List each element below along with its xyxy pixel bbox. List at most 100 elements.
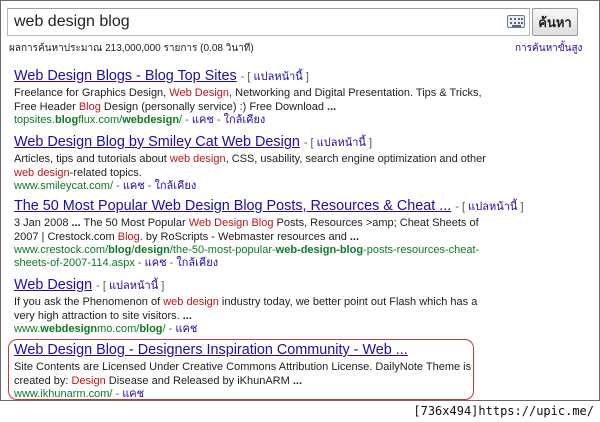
result-url-line: www.crestock.com/blog/design/the-50-most… (14, 244, 480, 270)
text-segment: web design (14, 166, 70, 179)
result-title-link[interactable]: Web Design Blog - Designers Inspiration … (14, 342, 408, 358)
cache-link[interactable]: แคช (192, 114, 214, 126)
similar-link[interactable]: ใกล้เคียง (224, 114, 266, 126)
result-url: www.smileycat.com/ (14, 180, 113, 192)
text-segment: Web Design (14, 277, 93, 293)
text-segment: ... (182, 309, 192, 322)
search-result: Web Design Blogs - Blog Top Sites - [ แปล… (14, 67, 494, 127)
text-segment: webdesign (40, 323, 98, 336)
text-segment: Disease and Released by iKhunARM (105, 374, 293, 387)
text-segment: . by RoScripts - Webmaster resources and (139, 230, 350, 243)
translate-link[interactable]: แปลหน้านี้ (109, 280, 158, 292)
keyboard-icon[interactable] (507, 15, 525, 28)
text-segment: , CSS, usability, search engine optimiza… (225, 153, 486, 165)
text-segment: topsites. (14, 114, 55, 127)
image-credit: [736x494]https://upic.me/ (413, 404, 594, 418)
search-input[interactable] (14, 12, 494, 32)
text-segment: - Designers Inspiration Community - Web (124, 342, 396, 358)
text-segment: The 50 Most Popular (14, 198, 152, 214)
text-segment: -related topics. (69, 166, 142, 179)
result-snippet: If you ask the Phenomenon of web design … (14, 296, 494, 323)
translate-link[interactable]: แปลหน้านี้ (254, 71, 303, 83)
browser-frame: ค้นหา ผลการค้นหาประมาณ 213,000,000 รายกา… (0, 0, 600, 401)
text-segment: blog (108, 244, 132, 257)
result-snippet: 3 Jan 2008 ... The 50 Most Popular Web D… (14, 217, 494, 244)
text-segment: web design (169, 153, 226, 165)
text-segment: ... (71, 217, 81, 229)
text-segment: If you ask the Phenomenon of (14, 296, 164, 308)
similar-link[interactable]: ใกล้เคียง (155, 180, 197, 192)
text-segment: www. (14, 323, 41, 336)
cache-link[interactable]: แคช (123, 180, 145, 192)
search-bar (7, 8, 530, 36)
text-segment: Web Design Blog (14, 134, 125, 150)
search-button[interactable]: ค้นหา (532, 8, 578, 36)
text-segment: web-design-blog (275, 244, 364, 257)
text-segment: 3 Jan 2008 (14, 217, 72, 229)
text-segment: Web Design Blog (151, 198, 263, 214)
result-snippet: Site Contents are Licensed Under Creativ… (14, 361, 494, 388)
text-segment: ... (349, 230, 360, 243)
result-url: www.ikhunarm.com/ (14, 388, 112, 400)
text-segment: Blog (117, 230, 140, 243)
result-snippet: Articles, tips and tutorials about web d… (14, 153, 494, 180)
text-segment: webdesign (122, 114, 180, 127)
result-title-link[interactable]: The 50 Most Popular Web Design Blog Post… (14, 198, 451, 214)
translate-wrapper: - [ แปลหน้านี้ ] (240, 71, 309, 83)
text-segment: mo.com/ (97, 323, 140, 336)
result-url: www.webdesignmo.com/blog/ (14, 323, 166, 335)
translate-wrapper: - [ แปลหน้านี้ ] (96, 280, 165, 292)
text-segment: Web Design (14, 68, 93, 84)
search-result: Web Design - [ แปลหน้านี้ ] If you ask th… (14, 276, 494, 336)
text-segment: ... (439, 198, 452, 214)
text-segment: ... (292, 374, 303, 387)
result-stats: ผลการค้นหาประมาณ 213,000,000 รายการ (0.0… (9, 43, 254, 54)
text-segment: Blog (78, 100, 101, 113)
translate-wrapper: - [ แปลหน้านี้ ] (303, 137, 373, 149)
result-url-line: www.ikhunarm.com/ - แคช (14, 388, 145, 401)
translate-link[interactable]: แปลหน้านี้ (317, 137, 366, 149)
search-result: The 50 Most Popular Web Design Blog Post… (14, 197, 524, 270)
result-url-line: topsites.blogflux.com/webdesign/ - แคช -… (14, 114, 266, 127)
result-url: www.crestock.com/blog/design/the-50-most… (14, 244, 479, 269)
similar-link[interactable]: ใกล้เคียง (176, 257, 218, 269)
advanced-search-link[interactable]: การค้นหาขั้นสูง (515, 41, 582, 56)
text-segment: www.crestock.com/ (14, 244, 109, 257)
cache-link[interactable]: แคช (145, 257, 167, 269)
translate-link[interactable]: แปลหน้านี้ (468, 201, 517, 213)
text-segment: Posts, Resources & Cheat (262, 198, 440, 214)
text-segment: Top Sites (173, 68, 237, 84)
result-url: topsites.blogflux.com/webdesign/ (14, 114, 182, 126)
text-segment: The 50 Most Popular (80, 217, 189, 229)
result-title-link[interactable]: Web Design Blog by Smiley Cat Web Design (14, 134, 300, 150)
text-segment: www.smileycat.com/ (14, 180, 114, 193)
result-title-link[interactable]: Web Design (14, 277, 92, 293)
text-segment: Blogs - (92, 68, 145, 84)
text-segment: by Smiley Cat (124, 134, 222, 150)
text-segment: design (134, 244, 170, 257)
search-result: Web Design Blog by Smiley Cat Web Design… (14, 133, 494, 193)
result-snippet: Freelance for Graphics Design, Web Desig… (14, 87, 494, 114)
text-segment: blog (139, 323, 163, 336)
text-segment: flux.com/ (78, 114, 123, 127)
text-segment: Design (71, 374, 106, 387)
result-url-line: www.webdesignmo.com/blog/ - แคช (14, 323, 198, 336)
text-segment: Freelance for Graphics Design, (14, 87, 170, 99)
text-segment: Web Design (221, 134, 300, 150)
text-segment: www.ikhunarm.com/ (14, 388, 113, 401)
cache-link[interactable]: แคช (122, 388, 144, 400)
cache-link[interactable]: แคช (175, 323, 197, 335)
text-segment: Web Design (169, 87, 230, 99)
text-segment: /the-50-most-popular- (169, 244, 276, 257)
text-segment: web design (163, 296, 219, 308)
text-segment: Web Design Blog (188, 217, 274, 229)
text-segment: Web Design Blog (14, 342, 125, 358)
result-url-line: www.smileycat.com/ - แคช - ใกล้เคียง (14, 180, 197, 193)
text-segment: ... (395, 342, 408, 358)
result-title-link[interactable]: Web Design Blogs - Blog Top Sites (14, 68, 237, 84)
search-result: Web Design Blog - Designers Inspiration … (14, 341, 494, 401)
text-segment: Blog (144, 68, 174, 84)
text-segment: Design (personally service) :) Free Down… (100, 100, 328, 113)
translate-wrapper: - [ แปลหน้านี้ ] (455, 201, 524, 213)
text-segment: Articles, tips and tutorials about (14, 153, 170, 165)
